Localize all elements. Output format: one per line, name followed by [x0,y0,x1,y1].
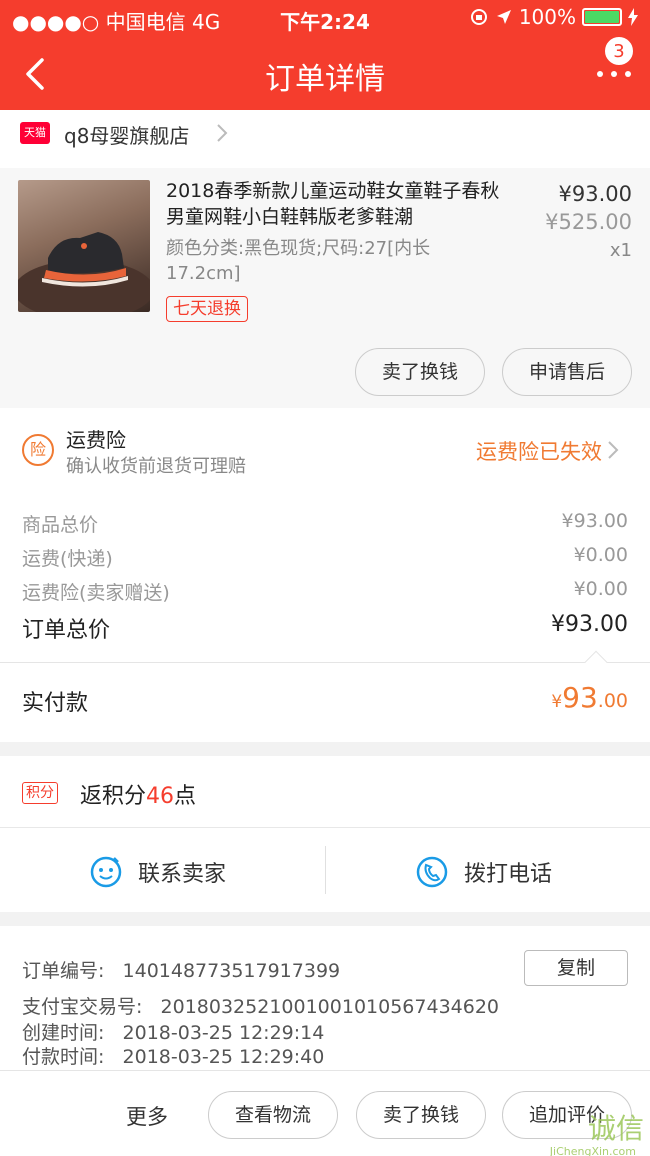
call-phone-button[interactable]: 拨打电话 [414,854,552,890]
summary-row-shipping: 运费(快递) ¥0.00 [0,542,650,574]
return-policy-tag: 七天退换 [166,296,248,322]
insurance-icon: 险 [22,434,54,466]
order-number-label: 订单编号: [22,960,105,982]
more-button[interactable]: 更多 [126,1101,168,1131]
price-summary: 商品总价 ¥93.00 运费(快递) ¥0.00 运费险(卖家赠送) ¥0.00… [0,490,650,662]
order-number-row: 订单编号: 140148773517917399 [22,956,340,983]
insurance-subtitle: 确认收货前退货可理赔 [66,456,246,477]
product-original-price: ¥525.00 [545,210,632,234]
alipay-value: 2018032521001001010567434620 [160,996,500,1018]
summary-row-total: 订单总价 ¥93.00 [0,610,650,643]
created-time-row: 创建时间: 2018-03-25 12:29:14 [22,1018,324,1045]
paid-time-label: 付款时间: [22,1046,105,1068]
paid-amount: ¥93.00 [551,681,628,714]
points-suffix: 点 [174,784,197,809]
paid-currency: ¥ [551,692,563,712]
paid-amount-row: 实付款 ¥93.00 [0,650,650,742]
paid-decimal: .00 [597,690,628,712]
created-label: 创建时间: [22,1022,105,1044]
chevron-right-icon [608,441,619,459]
shop-name: q8母婴旗舰店 [64,124,190,148]
bottom-action-bar: 更多 查看物流 卖了换钱 追加评价 诚信 JiChengXin.com [0,1070,650,1156]
created-value: 2018-03-25 12:29:14 [122,1022,325,1044]
summary-label: 运费险(卖家赠送) [22,582,170,604]
shop-row[interactable]: 天猫 q8母婴旗舰店 [0,110,650,168]
page-title: 订单详情 [265,62,385,97]
view-logistics-button[interactable]: 查看物流 [208,1091,338,1139]
watermark-url: JiChengXin.com [549,1145,636,1156]
summary-row-goods: 商品总价 ¥93.00 [0,508,650,540]
shoe-image [18,232,150,312]
summary-value: ¥93.00 [561,510,628,532]
paid-time-value: 2018-03-25 12:29:40 [122,1046,325,1068]
phone-icon [416,856,448,888]
battery-percent: 100% [518,5,576,29]
alipay-label: 支付宝交易号: [22,996,143,1018]
insurance-title: 运费险 [66,428,126,452]
charging-icon [628,8,638,26]
chevron-right-icon [217,124,228,142]
chat-face-icon [90,856,122,888]
tmall-logo: 天猫 [20,122,50,144]
points-text: 返积分46点 [80,778,196,810]
alipay-number-row: 支付宝交易号: 2018032521001001010567434620 [22,992,499,1019]
lock-rotation-icon [470,9,487,25]
product-title: 2018春季新款儿童运动鞋女童鞋子春秋男童网鞋小白鞋韩版老爹鞋潮 [166,180,500,228]
call-phone-label: 拨打电话 [464,862,553,887]
points-number: 46 [146,784,175,809]
sell-button-bottom[interactable]: 卖了换钱 [356,1091,486,1139]
product-quantity: x1 [609,240,632,261]
product-item[interactable]: 2018春季新款儿童运动鞋女童鞋子春秋男童网鞋小白鞋韩版老爹鞋潮 颜色分类:黑色… [0,168,650,408]
paid-integer: 93 [562,681,598,714]
points-badge: 积分 [22,782,58,804]
paid-time-row: 付款时间: 2018-03-25 12:29:40 [22,1042,324,1069]
sell-button[interactable]: 卖了换钱 [355,348,485,396]
message-count-badge: 3 [604,36,634,66]
product-spec: 颜色分类:黑色现货;尺码:27[内长17.2cm] [166,238,431,284]
order-info: 订单编号: 140148773517917399 复制 支付宝交易号: 2018… [0,926,650,1070]
copy-button[interactable]: 复制 [524,950,628,986]
product-price: ¥93.00 [558,182,632,206]
product-image[interactable] [18,180,150,312]
battery-icon [582,8,622,26]
shipping-insurance-row[interactable]: 险 运费险 确认收货前退货可理赔 运费险已失效 [0,408,650,490]
summary-label: 商品总价 [22,514,99,536]
after-sale-button[interactable]: 申请售后 [502,348,632,396]
order-total-value: ¥93.00 [551,612,628,637]
location-icon [496,10,511,24]
points-prefix: 返积分 [80,784,147,809]
contact-seller-button[interactable]: 联系卖家 [88,854,226,890]
watermark: 诚信 [587,1112,644,1145]
points-row: 积分 返积分46点 [0,756,650,828]
status-right: 100% [469,5,638,29]
paid-label: 实付款 [22,691,89,716]
summary-value: ¥0.00 [573,544,628,566]
status-bar: ●●●●○ 中国电信 4G 下午2:24 100% [0,0,650,36]
divider [325,846,326,894]
order-number-value: 140148773517917399 [122,960,341,982]
summary-row-insurance: 运费险(卖家赠送) ¥0.00 [0,576,650,608]
app-header: ●●●●○ 中国电信 4G 下午2:24 100% 订单详情 3 [0,0,650,110]
insurance-status: 运费险已失效 [476,440,602,464]
summary-value: ¥0.00 [573,578,628,600]
order-total-label: 订单总价 [22,618,111,643]
contact-seller-label: 联系卖家 [138,862,227,887]
summary-label: 运费(快递) [22,548,113,570]
contact-row: 联系卖家 拨打电话 [0,828,650,912]
